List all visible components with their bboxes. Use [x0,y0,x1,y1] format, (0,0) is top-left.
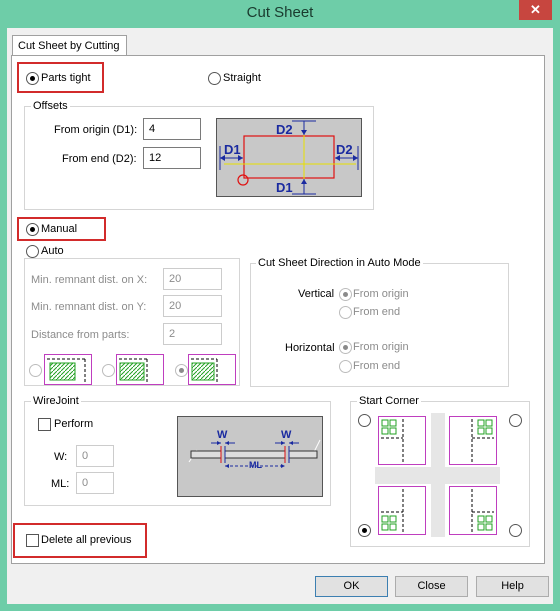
diagram-d2-top: D2 [276,122,293,137]
tab-cut-sheet-by-cutting[interactable]: Cut Sheet by Cutting [12,35,127,56]
manual-label: Manual [41,223,78,235]
corner-bottom-right-radio[interactable] [509,524,522,537]
diagram-d2-right: D2 [336,142,353,157]
min-remnant-y-label: Min. remnant dist. on Y: [31,301,147,313]
straight-radio[interactable] [208,72,221,85]
diagram-ml: ML [249,460,262,470]
offsets-diagram: D1 D2 D2 D1 [216,118,362,197]
wirejoint-title: WireJoint [31,395,81,407]
from-end-input[interactable]: 12 [143,147,201,169]
horizontal-from-end-radio[interactable] [339,360,352,373]
distance-from-parts-label: Distance from parts: [31,329,130,341]
vertical-from-end-label: From end [353,306,401,318]
corner-bottom-right [449,486,497,535]
diagram-d1-left: D1 [224,142,241,157]
corner-top-right [449,416,497,465]
auto-thumb-3-radio[interactable] [175,364,188,377]
min-remnant-x-label: Min. remnant dist. on X: [31,274,148,286]
manual-radio[interactable] [26,223,39,236]
horizontal-from-origin-label: From origin [353,341,409,353]
title-bar[interactable]: Cut Sheet ✕ [0,0,560,28]
delete-all-previous-label: Delete all previous [41,534,132,546]
corner-cross-horizontal [375,467,500,484]
thumb-2-icon [119,358,148,383]
corner-top-left-icon [381,419,404,463]
corner-bottom-left [378,486,426,535]
auto-thumb-3 [188,354,236,385]
diagram-w-right: W [281,429,292,441]
auto-thumb-1-radio[interactable] [29,364,42,377]
direction-title: Cut Sheet Direction in Auto Mode [256,257,423,269]
parts-tight-label: Parts tight [41,72,91,84]
ml-input[interactable]: 0 [76,472,114,494]
close-button[interactable]: Close [395,576,468,597]
auto-thumb-1 [44,354,92,385]
min-remnant-x-input[interactable]: 20 [163,268,222,290]
vertical-from-origin-label: From origin [353,288,409,300]
corner-top-left-radio[interactable] [358,414,371,427]
from-origin-input[interactable]: 4 [143,118,201,140]
w-label: W: [54,451,68,463]
corner-top-right-radio[interactable] [509,414,522,427]
thumb-3-icon [191,358,218,383]
from-origin-label: From origin (D1): [54,124,138,136]
thumb-1-icon [47,358,86,383]
horizontal-from-origin-radio[interactable] [339,341,352,354]
horizontal-label: Horizontal [285,342,335,354]
start-corner-title: Start Corner [357,395,421,407]
vertical-from-end-radio[interactable] [339,306,352,319]
vertical-label: Vertical [298,288,335,300]
auto-thumb-2 [116,354,164,385]
window-title: Cut Sheet [246,4,314,21]
auto-thumb-2-radio[interactable] [102,364,115,377]
horizontal-from-end-label: From end [353,360,401,372]
ml-label: ML: [51,478,70,490]
corner-bottom-right-icon [471,489,494,533]
corner-top-left [378,416,426,465]
min-remnant-y-input[interactable]: 20 [163,295,222,317]
w-input[interactable]: 0 [76,445,114,467]
parts-tight-radio[interactable] [26,72,39,85]
perform-label: Perform [54,418,94,430]
straight-label: Straight [223,72,261,84]
wirejoint-diagram: W W ML [177,416,323,497]
perform-checkbox[interactable] [38,418,51,431]
diagram-d1-bottom: D1 [276,180,293,195]
window-close-button[interactable]: ✕ [519,0,552,20]
distance-from-parts-input[interactable]: 2 [163,323,222,345]
auto-radio[interactable] [26,245,39,258]
help-button[interactable]: Help [476,576,549,597]
corner-top-right-icon [471,419,494,463]
corner-bottom-left-radio[interactable] [358,524,371,537]
diagram-w-left: W [217,429,228,441]
from-end-label: From end (D2): [62,153,137,165]
ok-button[interactable]: OK [315,576,388,597]
delete-all-previous-checkbox[interactable] [26,534,39,547]
offsets-title: Offsets [31,100,70,112]
corner-bottom-left-icon [381,489,404,533]
dialog-window: Cut Sheet ✕ Cut Sheet by Cutting Parts t… [0,0,560,611]
vertical-from-origin-radio[interactable] [339,288,352,301]
auto-label: Auto [41,245,64,257]
